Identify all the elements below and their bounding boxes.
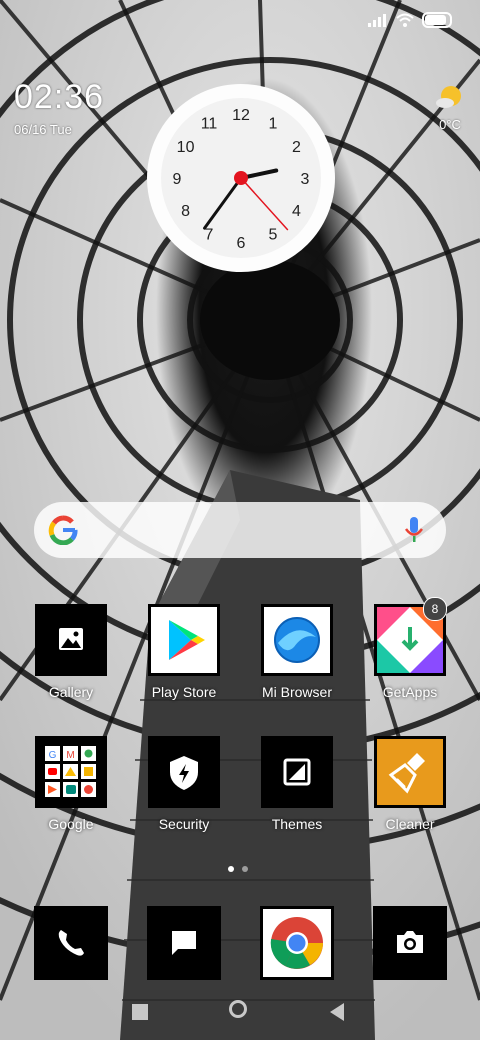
app-google-folder[interactable]: G M Google [21,736,121,832]
status-bar [0,0,480,40]
home-time[interactable]: 02:36 [14,78,104,117]
dock-chrome[interactable] [260,906,334,980]
dock-camera[interactable] [373,906,447,980]
dock-phone[interactable] [34,906,108,980]
phone-icon [58,930,84,956]
camera-icon [397,931,423,953]
app-label: Security [158,816,210,832]
page-dot-active [228,866,234,872]
recents-icon[interactable] [132,1004,148,1020]
messages-icon [172,931,196,955]
app-label: Gallery [48,684,94,700]
clock-numeral: 8 [181,203,190,220]
google-folder-icon: G M [35,736,107,808]
home-date[interactable]: 06/16 Tue [14,122,72,137]
play-store-icon [148,604,220,676]
clock-center [234,171,248,185]
getapps-icon: 8 [374,597,447,676]
wifi-icon [396,13,414,27]
app-getapps[interactable]: 8 GetApps [360,597,460,700]
dock-messages[interactable] [147,906,221,980]
page-dot [242,866,248,872]
analog-clock[interactable]: 121234567891011 [145,82,337,274]
mi-browser-icon [261,604,333,676]
app-label: Themes [271,816,323,832]
svg-text:M: M [66,750,74,761]
cleaner-icon [374,736,446,808]
weather-widget[interactable]: 0°C [436,84,464,132]
google-search-bar[interactable] [34,502,446,558]
clock-numeral: 4 [292,203,301,220]
notification-badge: 8 [423,597,447,621]
app-label: GetApps [382,684,438,700]
home-icon[interactable] [229,1000,247,1018]
page-indicator [228,866,248,872]
clock-numeral: 2 [292,139,301,156]
back-icon[interactable] [330,1003,344,1021]
clock-numeral: 9 [173,171,182,188]
app-label: Mi Browser [261,684,332,700]
clock-numeral: 11 [201,116,218,133]
clock-numeral: 6 [237,235,246,252]
clock-numeral: 3 [301,171,310,188]
app-themes[interactable]: Themes [247,736,347,832]
app-security[interactable]: Security [134,736,234,832]
cellular-signal-icon [368,13,388,27]
chrome-icon [270,917,323,969]
svg-text:G: G [49,750,57,761]
app-label: Cleaner [385,816,435,832]
app-mi-browser[interactable]: Mi Browser [247,604,347,700]
app-play-store[interactable]: Play Store [134,604,234,700]
themes-icon [261,736,333,808]
battery-icon [422,12,452,28]
app-label: Google [48,816,94,832]
microphone-icon[interactable] [404,516,424,544]
clock-numeral: 12 [232,107,250,124]
google-g-icon [48,515,78,545]
clock-numeral: 7 [205,226,214,243]
clock-numeral: 1 [269,116,278,133]
clock-numeral: 10 [177,139,195,156]
security-icon [148,736,220,808]
clock-numeral: 5 [269,226,278,243]
partly-sunny-icon [436,86,461,108]
gallery-icon [35,604,107,676]
status-icons [368,12,452,28]
app-cleaner[interactable]: Cleaner [360,736,460,832]
app-gallery[interactable]: Gallery [21,604,121,700]
navigation-bar [0,990,480,1040]
weather-temp: 0°C [439,117,461,132]
app-label: Play Store [151,684,217,700]
battery-level [425,15,446,25]
